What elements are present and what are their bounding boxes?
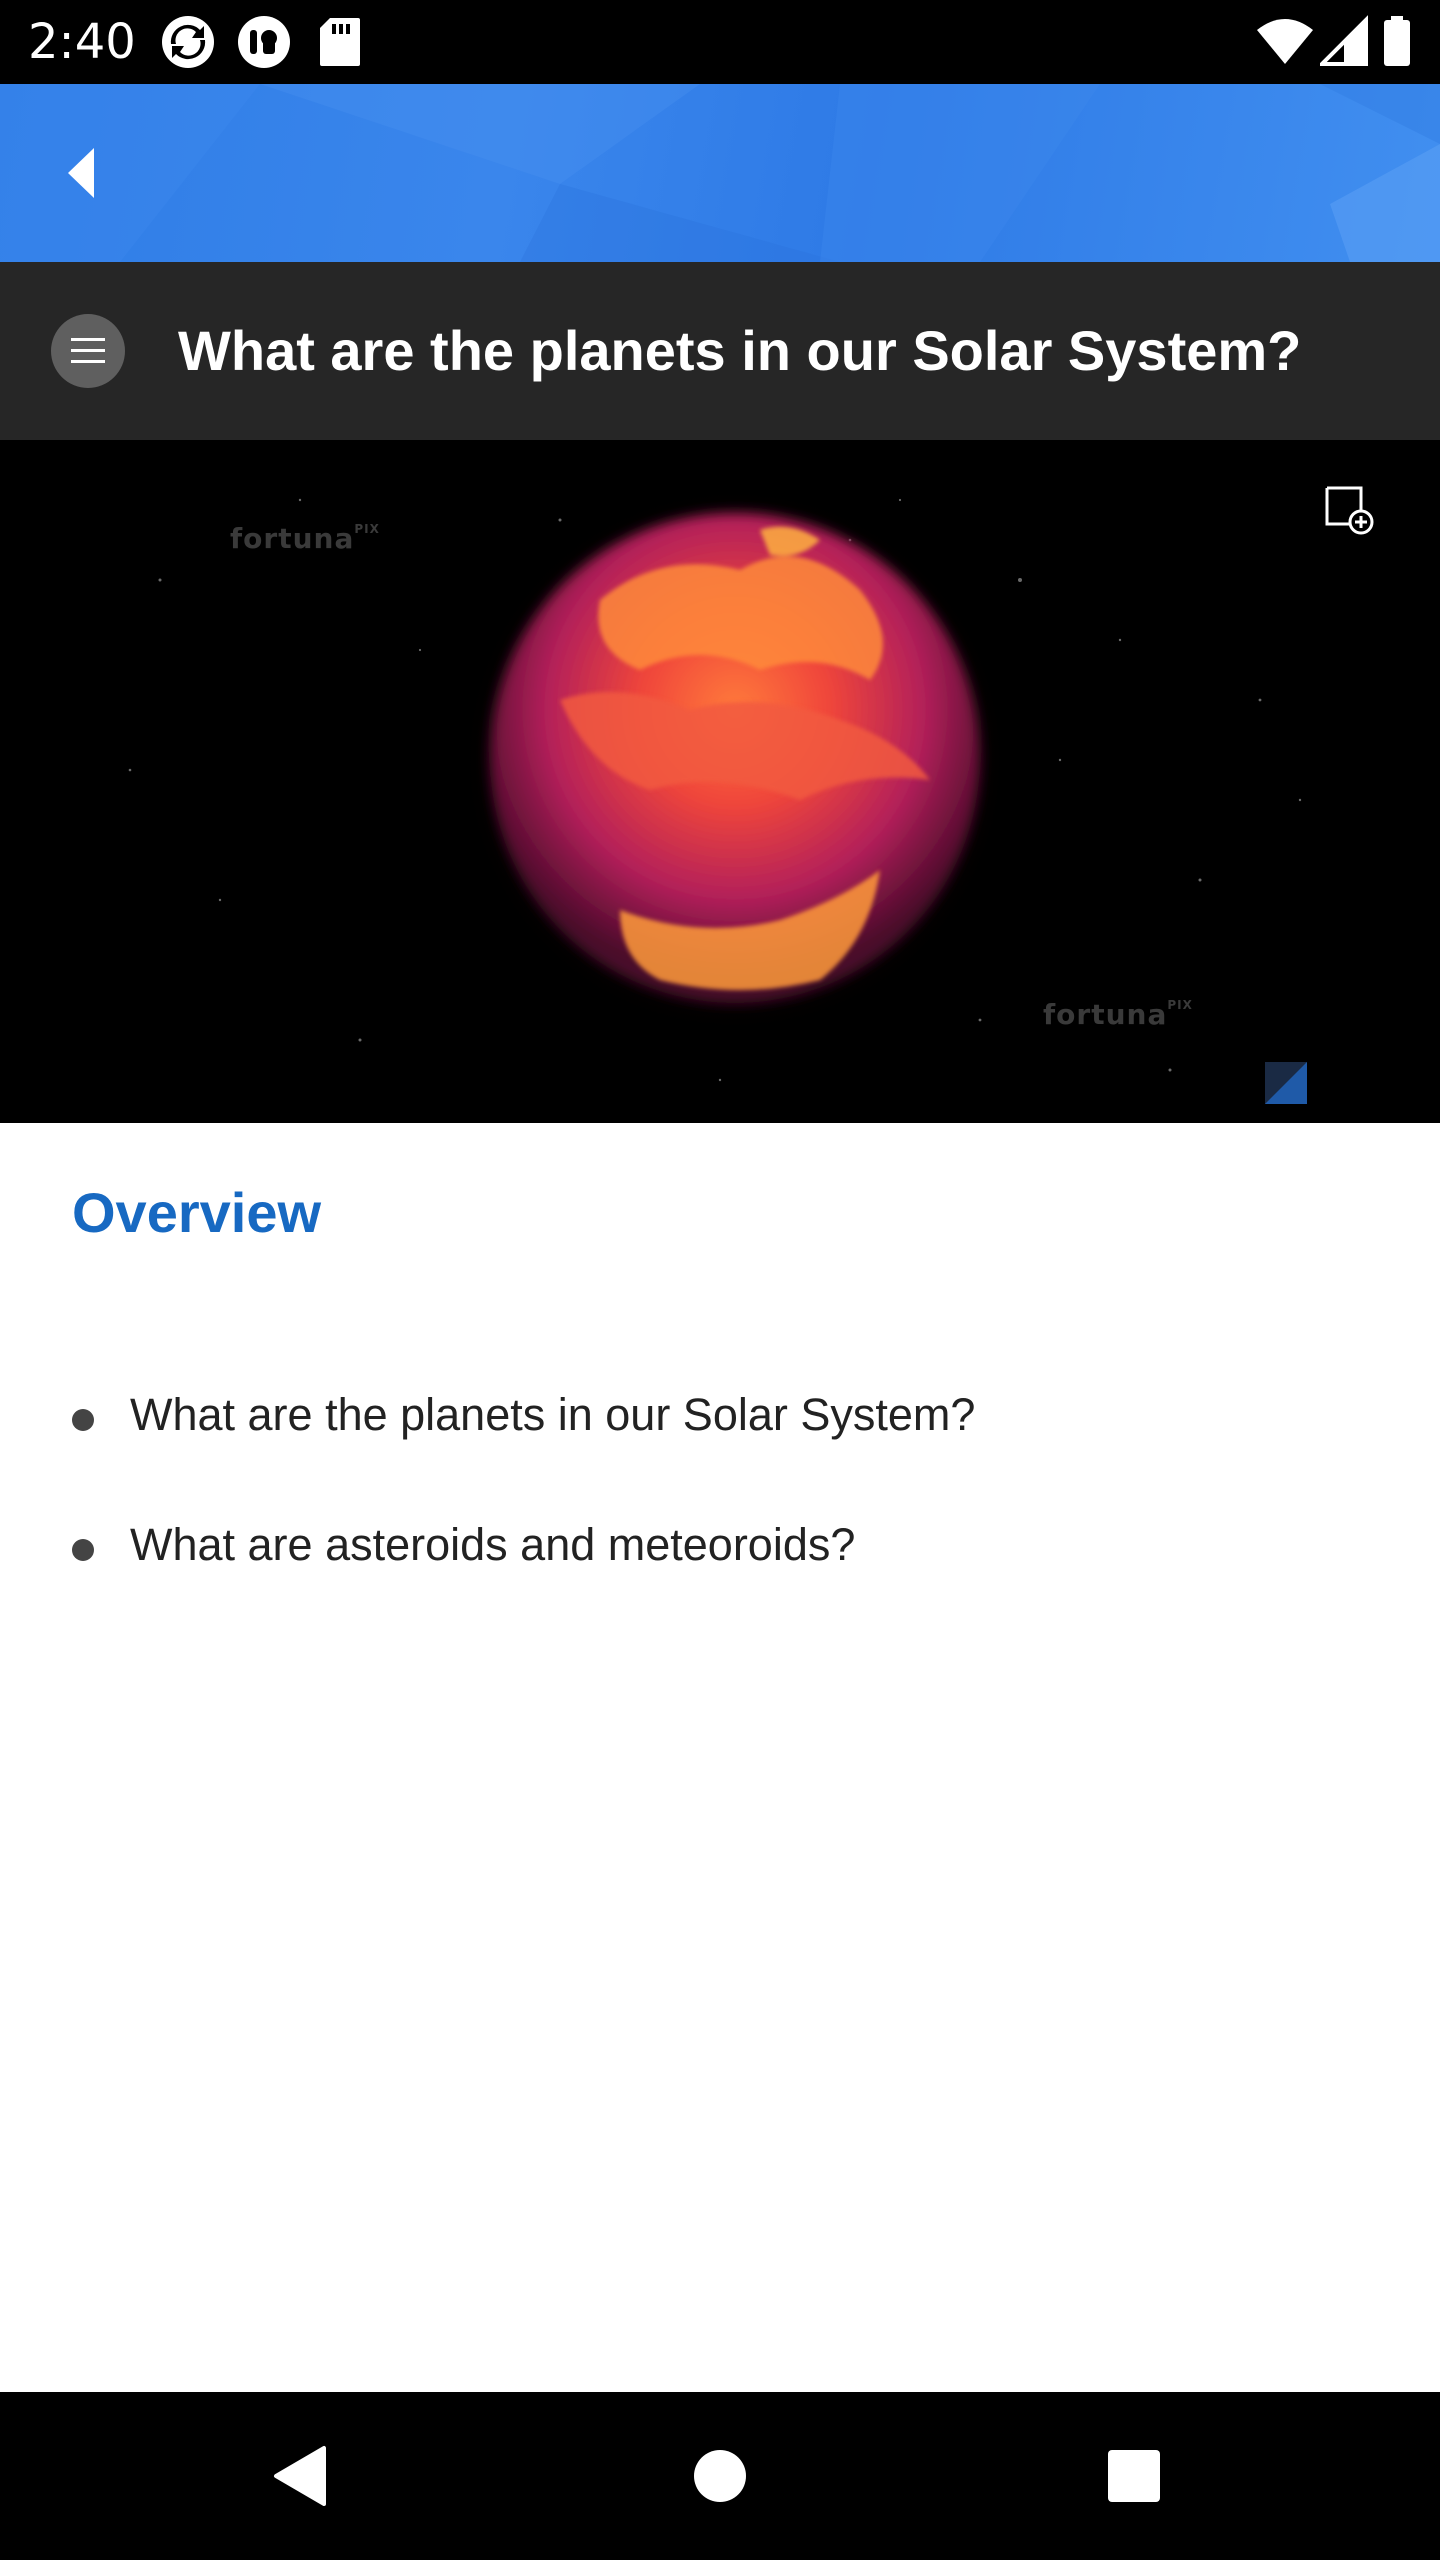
nav-back-button[interactable] [262,2436,342,2516]
back-button[interactable] [50,138,120,208]
page-title: What are the planets in our Solar System… [178,319,1302,382]
watermark: fortunaPIX [1043,998,1193,1031]
app-bar [0,84,1440,262]
app-bar-background [0,84,1440,262]
nav-recents-icon [1108,2450,1160,2502]
resize-corner-icon [1265,1062,1307,1104]
list-item[interactable]: What are asteroids and meteoroids? [72,1505,975,1635]
battery-icon [1382,14,1412,70]
nav-home-button[interactable] [680,2436,760,2516]
status-time: 2:40 [28,14,136,70]
bullet-icon [72,1409,94,1431]
navigation-bar [0,2392,1440,2560]
sd-card-icon [318,14,374,70]
nav-home-icon [694,2450,746,2502]
nav-recents-button[interactable] [1094,2436,1174,2516]
media-player[interactable]: fortunaPIX fortunaPIX [0,440,1440,1123]
watermark: fortunaPIX [230,522,380,555]
menu-button[interactable] [51,314,125,388]
status-bar: 2:40 [0,0,1440,84]
app-notification-icon [236,14,292,70]
bullet-icon [72,1539,94,1561]
list-item-label: What are the planets in our Solar System… [130,1389,976,1440]
add-note-icon [1325,486,1374,535]
planet-image [0,440,1440,1123]
add-note-button[interactable] [1323,484,1375,536]
overview-list: What are the planets in our Solar System… [72,1375,975,1635]
nav-back-icon [274,2446,326,2506]
screen: 2:40 What are the planets in our Solar S… [0,0,1440,2560]
list-item[interactable]: What are the planets in our Solar System… [72,1375,975,1505]
title-bar: What are the planets in our Solar System… [0,262,1440,440]
back-arrow-icon [68,148,94,198]
sync-icon [160,14,216,70]
cellular-signal-icon [1317,14,1376,70]
list-item-label: What are asteroids and meteoroids? [130,1519,856,1570]
hamburger-menu-icon [71,338,105,363]
overview-heading: Overview [72,1181,322,1244]
wifi-icon [1255,14,1315,70]
